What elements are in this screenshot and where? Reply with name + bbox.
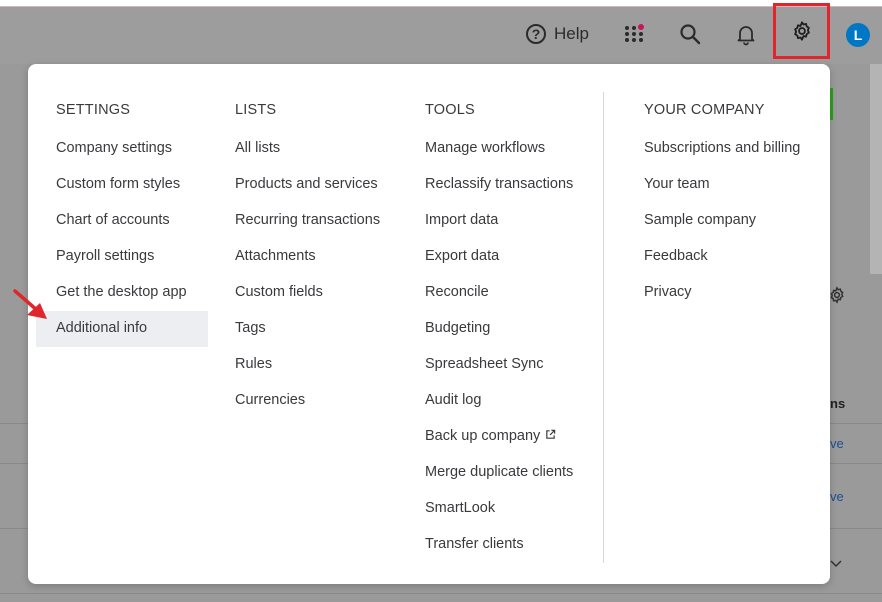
user-avatar[interactable]: L bbox=[846, 23, 870, 47]
menu-item-payroll-settings[interactable]: Payroll settings bbox=[56, 246, 187, 282]
help-button[interactable]: ? Help bbox=[526, 22, 589, 46]
settings-gear-button[interactable] bbox=[773, 3, 830, 59]
settings-menu: SETTINGS Company settings Custom form st… bbox=[28, 64, 830, 584]
menu-item-privacy[interactable]: Privacy bbox=[644, 282, 800, 318]
background-column-header: ns bbox=[830, 396, 846, 411]
notifications-button[interactable] bbox=[734, 22, 758, 46]
lists-column: LISTS All lists Products and services Re… bbox=[235, 102, 380, 426]
background-link[interactable]: ve bbox=[830, 489, 844, 504]
help-label: Help bbox=[554, 24, 589, 43]
menu-item-products-and-services[interactable]: Products and services bbox=[235, 174, 380, 210]
menu-item-custom-fields[interactable]: Custom fields bbox=[235, 282, 380, 318]
background-divider bbox=[830, 423, 882, 424]
menu-item-manage-workflows[interactable]: Manage workflows bbox=[425, 138, 573, 174]
menu-item-subscriptions-and-billing[interactable]: Subscriptions and billing bbox=[644, 138, 800, 174]
menu-item-company-settings[interactable]: Company settings bbox=[56, 138, 187, 174]
menu-item-tags[interactable]: Tags bbox=[235, 318, 380, 354]
search-icon bbox=[680, 24, 701, 45]
menu-item-additional-info[interactable]: Additional info bbox=[56, 318, 187, 354]
tools-column: TOOLS Manage workflows Reclassify transa… bbox=[425, 102, 573, 570]
menu-item-transfer-clients[interactable]: Transfer clients bbox=[425, 534, 573, 570]
your-company-column: YOUR COMPANY Subscriptions and billing Y… bbox=[644, 102, 800, 318]
menu-item-import-data[interactable]: Import data bbox=[425, 210, 573, 246]
settings-column: SETTINGS Company settings Custom form st… bbox=[56, 102, 187, 354]
background-divider bbox=[830, 528, 882, 529]
background-divider bbox=[0, 423, 28, 424]
menu-item-chart-of-accounts[interactable]: Chart of accounts bbox=[56, 210, 187, 246]
external-link-icon bbox=[546, 429, 556, 439]
menu-item-export-data[interactable]: Export data bbox=[425, 246, 573, 282]
menu-item-smartlook[interactable]: SmartLook bbox=[425, 498, 573, 534]
background-chevron-down-icon[interactable] bbox=[830, 556, 842, 568]
background-scrollbar[interactable] bbox=[870, 64, 882, 274]
column-heading-settings: SETTINGS bbox=[56, 102, 131, 118]
column-heading-your-company: YOUR COMPANY bbox=[644, 102, 765, 118]
menu-item-back-up-company[interactable]: Back up company bbox=[425, 426, 573, 462]
menu-item-attachments[interactable]: Attachments bbox=[235, 246, 380, 282]
menu-item-recurring-transactions[interactable]: Recurring transactions bbox=[235, 210, 380, 246]
question-circle-icon: ? bbox=[526, 24, 546, 44]
background-divider bbox=[0, 593, 882, 594]
bell-icon bbox=[737, 26, 755, 46]
menu-item-all-lists[interactable]: All lists bbox=[235, 138, 380, 174]
column-heading-lists: LISTS bbox=[235, 102, 277, 118]
apps-grid-icon bbox=[625, 24, 644, 42]
menu-item-reclassify-transactions[interactable]: Reclassify transactions bbox=[425, 174, 573, 210]
menu-item-get-desktop-app[interactable]: Get the desktop app bbox=[56, 282, 187, 318]
menu-item-feedback[interactable]: Feedback bbox=[644, 246, 800, 282]
background-divider bbox=[0, 463, 28, 464]
search-button[interactable] bbox=[678, 22, 702, 46]
menu-item-sample-company[interactable]: Sample company bbox=[644, 210, 800, 246]
menu-item-currencies[interactable]: Currencies bbox=[235, 390, 380, 426]
column-heading-tools: TOOLS bbox=[425, 102, 475, 118]
menu-item-budgeting[interactable]: Budgeting bbox=[425, 318, 573, 354]
menu-item-audit-log[interactable]: Audit log bbox=[425, 390, 573, 426]
menu-item-spreadsheet-sync[interactable]: Spreadsheet Sync bbox=[425, 354, 573, 390]
background-green-button-edge bbox=[830, 88, 833, 120]
background-divider bbox=[0, 528, 28, 529]
gear-icon bbox=[793, 21, 810, 41]
menu-item-your-team[interactable]: Your team bbox=[644, 174, 800, 210]
background-gear-icon[interactable] bbox=[828, 286, 846, 304]
menu-item-reconcile[interactable]: Reconcile bbox=[425, 282, 573, 318]
menu-item-merge-duplicate-clients[interactable]: Merge duplicate clients bbox=[425, 462, 573, 498]
menu-item-rules[interactable]: Rules bbox=[235, 354, 380, 390]
background-divider bbox=[830, 463, 882, 464]
top-border bbox=[0, 0, 882, 7]
column-divider bbox=[603, 92, 604, 563]
background-link[interactable]: ve bbox=[830, 436, 844, 451]
apps-button[interactable] bbox=[622, 22, 646, 46]
menu-item-custom-form-styles[interactable]: Custom form styles bbox=[56, 174, 187, 210]
annotation-arrow-icon bbox=[13, 289, 47, 319]
